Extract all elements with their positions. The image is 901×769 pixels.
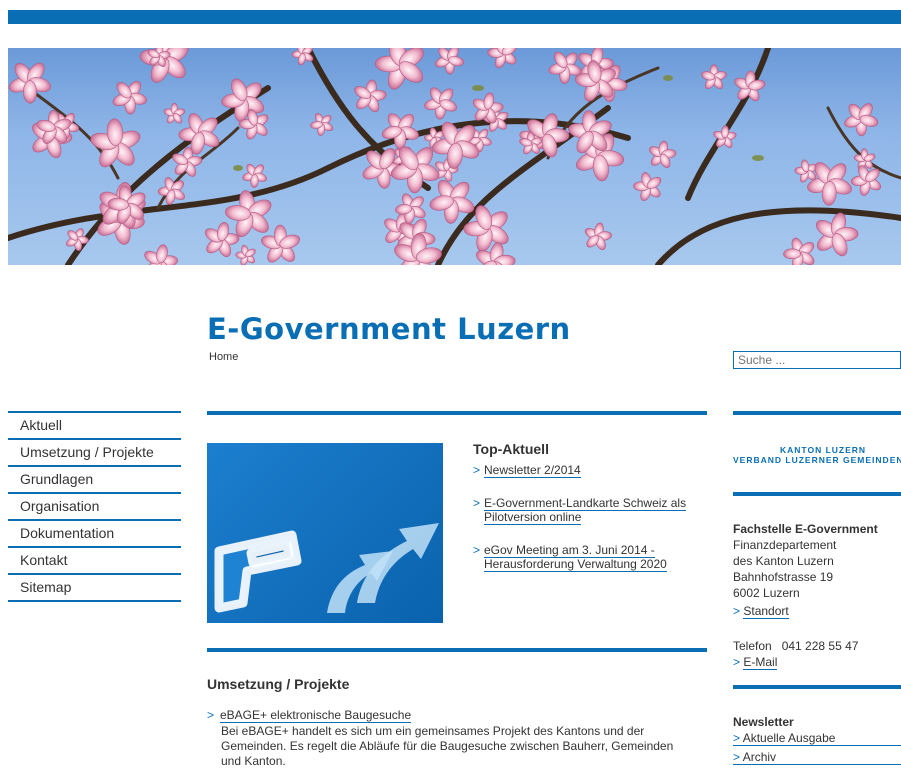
nav-item-umsetzung-projekte[interactable]: Umsetzung / Projekte (8, 438, 181, 465)
search-input[interactable] (733, 351, 901, 369)
link-email[interactable]: E-Mail (743, 655, 778, 670)
nav-item-sitemap[interactable]: Sitemap (8, 573, 181, 600)
content-divider (207, 648, 707, 652)
magnolia-illustration (8, 48, 901, 265)
chevron-right-icon: > (733, 604, 741, 618)
breadcrumb-home[interactable]: Home (209, 351, 238, 363)
egov-logo-icon (214, 523, 439, 613)
site-title: E-Government Luzern (207, 312, 571, 346)
link-egov-landkarte-line1[interactable]: E-Government-Landkarte Schweiz als (484, 496, 687, 511)
projekte-heading: Umsetzung / Projekte (207, 676, 350, 692)
sidebar-divider (733, 411, 901, 415)
nav-item-organisation[interactable]: Organisation (8, 492, 181, 519)
email-item: > E-Mail (733, 655, 778, 670)
top-aktuell-heading: Top-Aktuell (473, 441, 549, 457)
top-aktuell-item: > eGov Meeting am 3. Juni 2014 - Herausf… (473, 543, 667, 572)
link-egov-meeting-line1[interactable]: eGov Meeting am 3. Juni 2014 - (484, 543, 655, 558)
link-archiv[interactable]: Archiv (743, 750, 776, 764)
top-aktuell-item: > Newsletter 2/2014 (473, 463, 581, 478)
chevron-right-icon: > (473, 543, 481, 557)
content-divider (207, 411, 707, 415)
standort-item: > Standort (733, 604, 789, 619)
projekte-item: > eBAGE+ elektronische Baugesuche (207, 708, 412, 723)
newsletter-item[interactable]: > Archiv (733, 750, 901, 765)
newsletter-heading-wrap: Newsletter (733, 714, 794, 730)
chevron-right-icon: > (733, 655, 741, 669)
newsletter-heading: Newsletter (733, 715, 794, 729)
contact-line: des Kanton Luzern (733, 554, 834, 568)
chevron-right-icon: > (733, 750, 741, 764)
nav-item-grundlagen[interactable]: Grundlagen (8, 465, 181, 492)
newsletter-item[interactable]: > Aktuelle Ausgabe (733, 731, 901, 746)
contact-phone: Telefon 041 228 55 47 (733, 639, 859, 653)
contact-block: Fachstelle E-Government Finanzdepartemen… (733, 521, 878, 601)
chevron-right-icon: > (207, 708, 215, 722)
breadcrumb[interactable]: Home (209, 351, 238, 363)
nav-item-dokumentation[interactable]: Dokumentation (8, 519, 181, 546)
sidebar-divider (733, 492, 901, 496)
top-aktuell-item: > E-Government-Landkarte Schweiz als Pil… (473, 496, 687, 525)
contact-title: Fachstelle E-Government (733, 522, 878, 536)
link-egov-meeting-line2[interactable]: Herausforderung Verwaltung 2020 (484, 557, 667, 572)
link-newsletter-2-2014[interactable]: Newsletter 2/2014 (484, 463, 581, 478)
logo-verband-luzerner-gemeinden[interactable]: VERBAND LUZERNER GEMEINDEN (733, 455, 901, 465)
link-egov-landkarte-line2[interactable]: Pilotversion online (484, 510, 582, 525)
egov-teaser-image[interactable] (207, 443, 443, 623)
chevron-right-icon: > (733, 731, 741, 745)
link-ebage[interactable]: eBAGE+ elektronische Baugesuche (220, 708, 412, 723)
top-bar (8, 10, 901, 24)
projekte-item-description: Bei eBAGE+ handelt es sich um ein gemein… (221, 724, 701, 769)
link-aktuelle-ausgabe[interactable]: Aktuelle Ausgabe (743, 731, 836, 745)
logo-kanton-luzern[interactable]: KANTON LUZERN (780, 445, 866, 455)
description-line: Gemeinden. Es regelt die Abläufe für die… (221, 739, 674, 753)
contact-line: 6002 Luzern (733, 586, 800, 600)
chevron-right-icon: > (473, 463, 481, 477)
sidebar-divider (733, 685, 901, 689)
contact-line: Finanzdepartement (733, 538, 837, 552)
nav-item-kontakt[interactable]: Kontakt (8, 546, 181, 573)
contact-line: Bahnhofstrasse 19 (733, 570, 834, 584)
nav-item-aktuell[interactable]: Aktuell (8, 411, 181, 438)
description-line: Bei eBAGE+ handelt es sich um ein gemein… (221, 724, 645, 738)
nav-divider (8, 600, 181, 602)
main-nav: Aktuell Umsetzung / Projekte Grundlagen … (8, 411, 181, 602)
hero-image (8, 48, 901, 265)
chevron-right-icon: > (473, 496, 481, 510)
link-standort[interactable]: Standort (743, 604, 789, 619)
